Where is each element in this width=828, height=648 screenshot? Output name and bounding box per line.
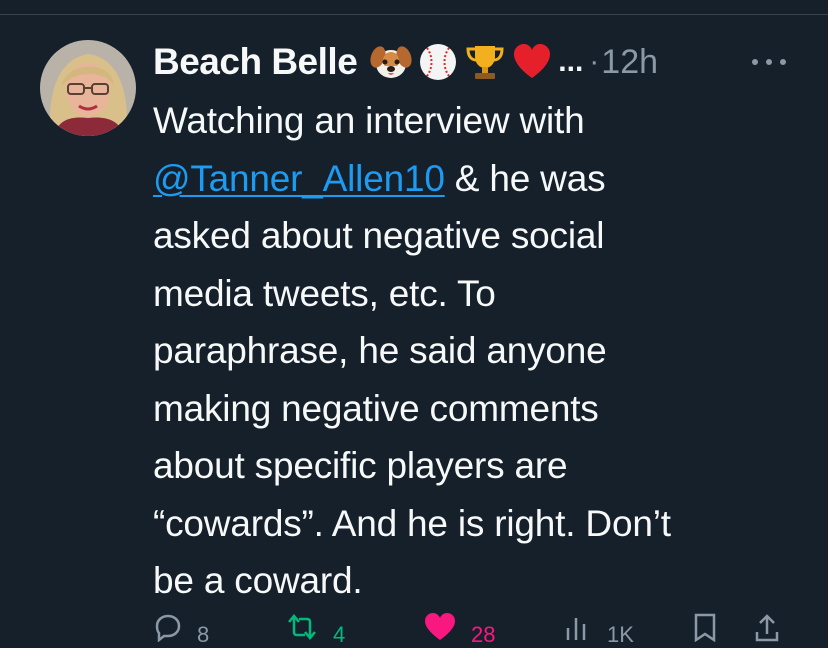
tweet-text-line: be a coward. <box>153 560 363 601</box>
bookmark-icon <box>694 613 716 642</box>
name-truncation: ... <box>558 45 584 78</box>
tweet-text-line: about specific players are <box>153 445 568 486</box>
dog-face-icon <box>370 46 412 78</box>
tweet-text-line: media tweets, etc. To <box>153 272 496 314</box>
more-options-icon[interactable] <box>752 52 786 72</box>
tweet-text-line: paraphrase, he said anyone <box>153 330 607 371</box>
like-button[interactable]: 28 <box>423 612 495 648</box>
timestamp[interactable]: 12h <box>601 43 658 82</box>
red-heart-icon <box>514 44 551 78</box>
author-name[interactable]: Beach Belle <box>153 41 358 83</box>
tweet-text-line: making negative comments <box>153 387 599 429</box>
tweet-text: Watching an interview with @Tanner_Allen… <box>153 92 813 610</box>
views-icon <box>566 618 586 640</box>
reply-count: 8 <box>197 622 210 647</box>
trophy-icon <box>466 46 504 79</box>
retweet-button[interactable]: 4 <box>285 612 345 648</box>
name-emojis <box>369 40 554 84</box>
baseball-icon <box>420 44 457 80</box>
tweet-header: Beach Belle ... · 12h <box>153 38 658 86</box>
tweet-text-fragment: & he was <box>444 157 606 199</box>
like-count: 28 <box>471 622 496 647</box>
share-icon <box>755 614 779 642</box>
reply-icon <box>155 614 181 642</box>
views-button[interactable]: 1K <box>563 612 634 648</box>
avatar[interactable] <box>40 40 136 136</box>
top-divider <box>0 14 828 15</box>
action-bar: 8 4 28 1K <box>153 612 793 647</box>
retweet-count: 4 <box>333 622 346 647</box>
share-button[interactable] <box>753 612 781 642</box>
tweet-text-line: “cowards”. And he is right. Don’t <box>153 502 671 544</box>
tweet-text-line: asked about negative social <box>153 215 605 256</box>
tweet-text-line: @Tanner_Allen10 & he was <box>153 150 813 208</box>
heart-icon <box>425 613 455 640</box>
retweet-icon <box>288 614 316 640</box>
tweet-text-line: Watching an interview with <box>153 100 585 141</box>
mention-link[interactable]: @Tanner_Allen10 <box>153 158 445 199</box>
separator-dot: · <box>589 45 600 78</box>
bookmark-button[interactable] <box>691 612 719 642</box>
reply-button[interactable]: 8 <box>153 612 209 648</box>
views-count: 1K <box>607 622 634 647</box>
